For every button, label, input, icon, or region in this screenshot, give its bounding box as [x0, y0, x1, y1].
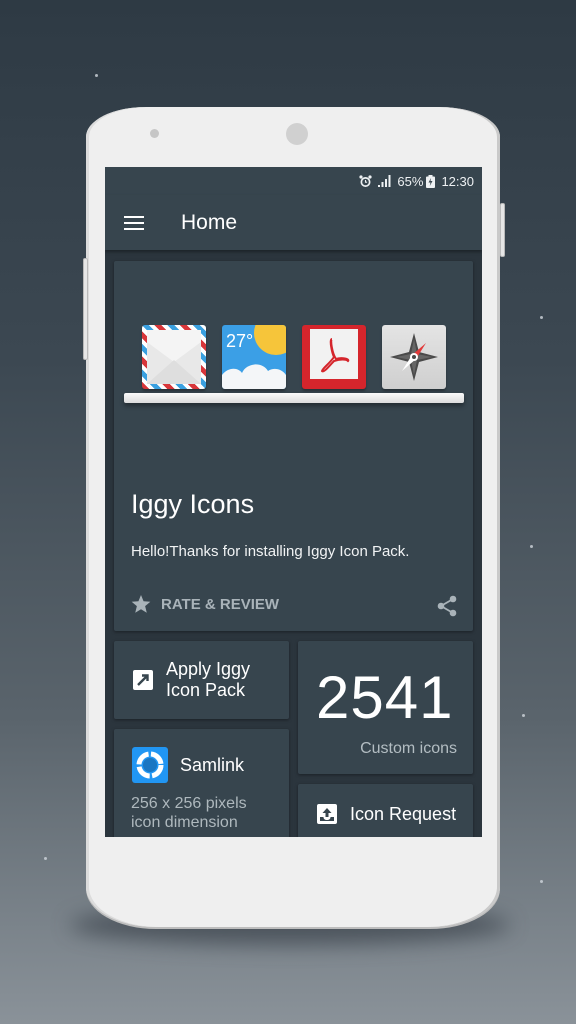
acrobat-symbol: [320, 338, 350, 373]
icon-count-label: Custom icons: [360, 740, 457, 757]
apply-arrow-icon: [133, 670, 153, 690]
launcher-name: Samlink: [180, 754, 245, 775]
background-star: [44, 857, 47, 860]
icon-count-number: 2541: [316, 664, 454, 731]
background-star: [522, 714, 525, 717]
welcome-card: 27° Iggy Icons Hello!Thanks for installi…: [114, 261, 473, 631]
app-toolbar: Home: [105, 195, 482, 250]
background-star: [95, 74, 98, 77]
icon-request-button[interactable]: Icon Request: [298, 784, 473, 837]
compass-browser-icon: [382, 325, 446, 389]
upload-tray-icon: [317, 804, 337, 824]
background-star: [540, 880, 543, 883]
icon-dimension-line1: 256 x 256 pixels: [131, 795, 247, 812]
rate-review-label: RATE & REVIEW: [161, 596, 280, 613]
icon-request-label: Icon Request: [350, 803, 457, 824]
samlink-icon: [132, 747, 168, 783]
apply-label-line1: Apply Iggy: [166, 659, 251, 679]
icon-showcase: 27°: [134, 325, 454, 395]
sun-shape: [254, 325, 286, 355]
phone-screen: 65% 12:30 Home 27° Iggy Icons Hello!Than…: [105, 167, 482, 837]
rate-review-button[interactable]: RATE & REVIEW: [131, 595, 279, 614]
star-icon: [131, 595, 151, 613]
hamburger-menu-icon[interactable]: [124, 215, 144, 230]
apply-label-line2: Icon Pack: [166, 680, 246, 700]
pdf-reader-icon: [302, 325, 366, 389]
share-button[interactable]: [437, 595, 457, 622]
signal-bars-icon: [378, 175, 391, 187]
welcome-text: Hello!Thanks for installing Iggy Icon Pa…: [131, 543, 410, 560]
share-icon: [437, 595, 457, 617]
apply-icon-pack-button[interactable]: Apply Iggy Icon Pack: [114, 641, 289, 719]
background-star: [540, 316, 543, 319]
status-bar: 65% 12:30: [105, 167, 482, 195]
page-title: Home: [181, 210, 238, 234]
power-button: [500, 203, 505, 257]
cloud-shape: [222, 364, 286, 389]
icon-shelf: [124, 393, 464, 403]
battery-charging-icon: [426, 174, 436, 188]
alarm-clock-icon: [359, 174, 373, 188]
volume-button: [83, 258, 88, 360]
icon-dimension-line2: icon dimension: [131, 814, 238, 831]
launcher-card[interactable]: Samlink 256 x 256 pixels icon dimension: [114, 729, 289, 837]
weather-temp: 27°: [226, 331, 254, 351]
mail-envelope-icon: [142, 325, 206, 389]
earpiece-speaker: [286, 123, 308, 145]
app-name: Iggy Icons: [131, 489, 255, 519]
weather-icon: 27°: [222, 325, 286, 389]
proximity-sensor: [150, 129, 159, 138]
clock-time: 12:30: [441, 173, 474, 189]
battery-percent: 65%: [397, 173, 424, 189]
background-star: [530, 545, 533, 548]
icon-count-card: 2541 Custom icons: [298, 641, 473, 774]
